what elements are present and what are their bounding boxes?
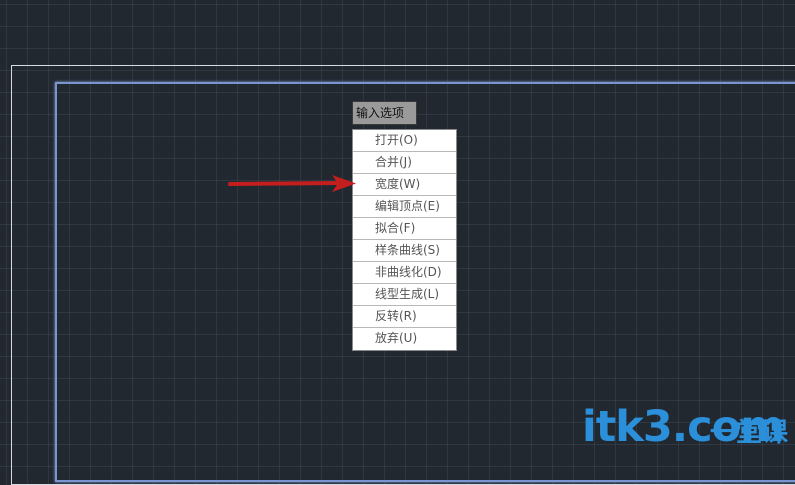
site-watermark: itk3.com 一堂课: [582, 402, 788, 452]
menu-item-linetype-gen[interactable]: 线型生成(L): [353, 284, 456, 306]
menu-item-spline[interactable]: 样条曲线(S): [353, 240, 456, 262]
menu-item-undo[interactable]: 放弃(U): [353, 328, 456, 350]
menu-item-reverse[interactable]: 反转(R): [353, 306, 456, 328]
input-options-prompt: 输入选项: [352, 101, 417, 125]
menu-item-decurve[interactable]: 非曲线化(D): [353, 262, 456, 284]
arrow-right-icon: [228, 175, 356, 192]
drawing-canvas[interactable]: 输入选项 打开(O) 合并(J) 宽度(W) 编辑顶点(E) 拟合(F) 样条曲…: [0, 0, 795, 485]
menu-item-edit-vertex[interactable]: 编辑顶点(E): [353, 196, 456, 218]
options-dropdown-menu: 打开(O) 合并(J) 宽度(W) 编辑顶点(E) 拟合(F) 样条曲线(S) …: [352, 129, 457, 351]
menu-item-open[interactable]: 打开(O): [353, 130, 456, 152]
menu-item-width[interactable]: 宽度(W): [353, 174, 456, 196]
watermark-cn-text: 一堂课: [710, 418, 789, 448]
menu-item-join[interactable]: 合并(J): [353, 152, 456, 174]
menu-item-fit[interactable]: 拟合(F): [353, 218, 456, 240]
